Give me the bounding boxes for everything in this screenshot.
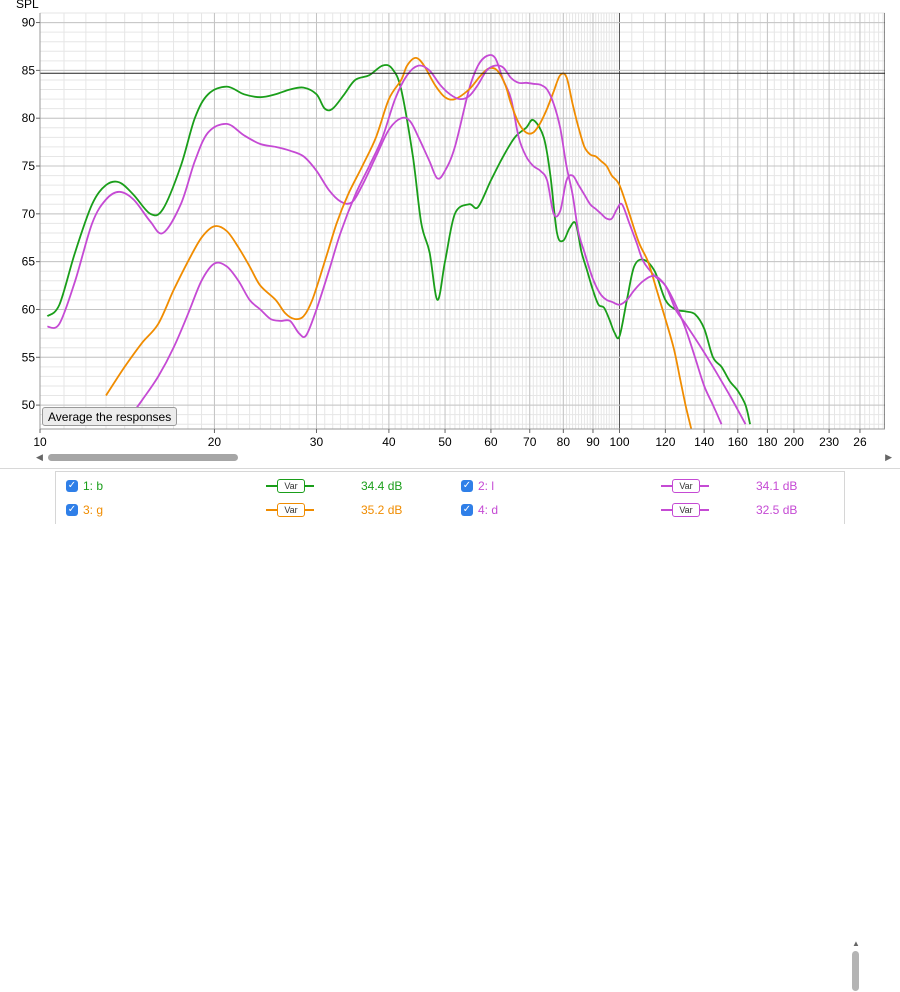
spl-chart[interactable]: 84.7287.2 505560657075808590102030405060… (0, 0, 900, 450)
y-tick-label: 70 (22, 207, 36, 221)
x-tick-label: 60 (484, 435, 498, 449)
x-tick-label: 26 (853, 435, 867, 449)
legend-value: 32.5 dB (756, 503, 798, 517)
x-tick-label: 40 (382, 435, 396, 449)
x-tick-label: 120 (655, 435, 675, 449)
vertical-scroll-thumb[interactable] (852, 951, 859, 991)
x-tick-label: 140 (694, 435, 714, 449)
x-tick-label: 200 (784, 435, 804, 449)
var-button[interactable]: Var (661, 475, 709, 497)
horizontal-scroll-thumb[interactable] (48, 454, 238, 461)
vertical-scrollbar[interactable]: ▲ (850, 939, 862, 992)
average-responses-button[interactable]: Average the responses (42, 407, 178, 426)
x-tick-label: 10 (33, 435, 47, 449)
y-tick-label: 80 (22, 111, 36, 125)
x-tick-label: 30 (310, 435, 324, 449)
scroll-right-arrow-icon[interactable]: ▶ (885, 451, 892, 463)
x-tick-label: 180 (757, 435, 777, 449)
legend-label: 4: d (478, 503, 499, 517)
var-line-style-icon[interactable]: Var (661, 479, 709, 493)
legend-panel: ✓ 1: b Var 34.4 dB ✓ 2: l Var 34.1 dB ✓ 3: g Var 35… (0, 468, 900, 991)
y-tick-label: 85 (22, 63, 36, 77)
y-tick-label: 50 (22, 398, 36, 412)
y-tick-label: 55 (22, 350, 36, 364)
x-tick-label: 20 (208, 435, 222, 449)
x-tick-label: 230 (819, 435, 839, 449)
x-tick-label: 70 (523, 435, 537, 449)
y-axis-title: SPL (16, 0, 39, 11)
legend-entry-l[interactable]: ✓ 2: l (461, 475, 494, 497)
legend-label: 2: l (478, 479, 495, 493)
legend-entry-d[interactable]: ✓ 4: d (461, 499, 498, 521)
legend-value: 34.1 dB (756, 479, 798, 493)
var-button[interactable]: Var (661, 499, 709, 521)
chart-grid (39, 12, 885, 429)
checkbox-icon[interactable]: ✓ (461, 480, 473, 492)
var-label: Var (672, 503, 700, 517)
var-label: Var (672, 479, 700, 493)
horizontal-scrollbar[interactable]: ◀ ▶ (36, 451, 892, 463)
legend-table: ✓ 1: b Var 34.4 dB ✓ 2: l Var 34.1 dB ✓ 3: g Var 35… (55, 471, 845, 524)
checkbox-icon[interactable]: ✓ (461, 504, 473, 516)
y-tick-label: 60 (22, 302, 36, 316)
x-tick-label: 80 (557, 435, 571, 449)
x-tick-label: 90 (586, 435, 600, 449)
right-band (885, 0, 900, 429)
legend-row: ✓ 4: d Var 32.5 dB (56, 499, 846, 521)
x-tick-label: 160 (728, 435, 748, 449)
scroll-left-arrow-icon[interactable]: ◀ (36, 451, 43, 463)
y-tick-label: 90 (22, 16, 36, 30)
x-tick-label: 50 (438, 435, 452, 449)
scroll-up-arrow-icon[interactable]: ▲ (852, 939, 860, 948)
x-tick-label: 100 (609, 435, 629, 449)
y-tick-label: 75 (22, 159, 36, 173)
var-line-style-icon[interactable]: Var (661, 503, 709, 517)
y-tick-label: 65 (22, 255, 36, 269)
legend-row: ✓ 2: l Var 34.1 dB (56, 475, 846, 497)
